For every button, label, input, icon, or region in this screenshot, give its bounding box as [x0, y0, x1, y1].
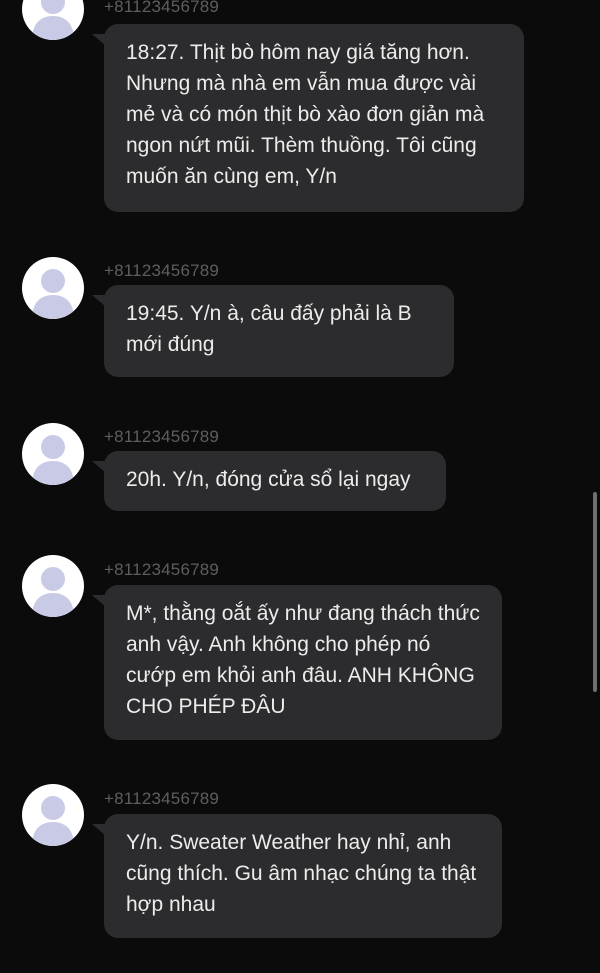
message-bubble[interactable]: M*, thằng oắt ấy như đang thách thức anh…	[104, 585, 502, 740]
message-bubble[interactable]: 18:27. Thịt bò hôm nay giá tăng hơn. Như…	[104, 24, 524, 212]
message-bubble[interactable]: 20h. Y/n, đóng cửa sổ lại ngay	[104, 451, 446, 511]
message-bubble[interactable]: 19:45. Y/n à, câu đấy phải là B mới đúng	[104, 285, 454, 377]
contact-avatar[interactable]	[22, 423, 84, 485]
default-person-avatar-icon	[32, 435, 74, 485]
default-person-avatar-icon	[32, 567, 74, 617]
message-text: 18:27. Thịt bò hôm nay giá tăng hơn. Như…	[126, 41, 485, 188]
default-person-avatar-icon	[32, 796, 74, 846]
contact-avatar[interactable]	[22, 257, 84, 319]
default-person-avatar-icon	[32, 269, 74, 319]
message-bubble[interactable]: Y/n. Sweater Weather hay nhỉ, anh cũng t…	[104, 814, 502, 938]
default-person-avatar-icon	[32, 0, 74, 40]
vertical-scrollbar[interactable]	[593, 492, 597, 692]
sender-phone-number: +81123456789	[104, 0, 220, 16]
message-text: Y/n. Sweater Weather hay nhỉ, anh cũng t…	[126, 831, 477, 916]
message-text: M*, thằng oắt ấy như đang thách thức anh…	[126, 602, 480, 718]
contact-avatar[interactable]	[22, 784, 84, 846]
contact-avatar[interactable]	[22, 0, 84, 40]
sender-phone-number: +81123456789	[104, 427, 220, 446]
sender-phone-number: +81123456789	[104, 789, 220, 808]
message-text: 19:45. Y/n à, câu đấy phải là B mới đúng	[126, 302, 412, 356]
message-thread[interactable]: +81123456789 18:27. Thịt bò hôm nay giá …	[0, 0, 600, 973]
contact-avatar[interactable]	[22, 555, 84, 617]
message-text: 20h. Y/n, đóng cửa sổ lại ngay	[126, 468, 411, 491]
sender-phone-number: +81123456789	[104, 261, 220, 280]
sender-phone-number: +81123456789	[104, 560, 220, 579]
